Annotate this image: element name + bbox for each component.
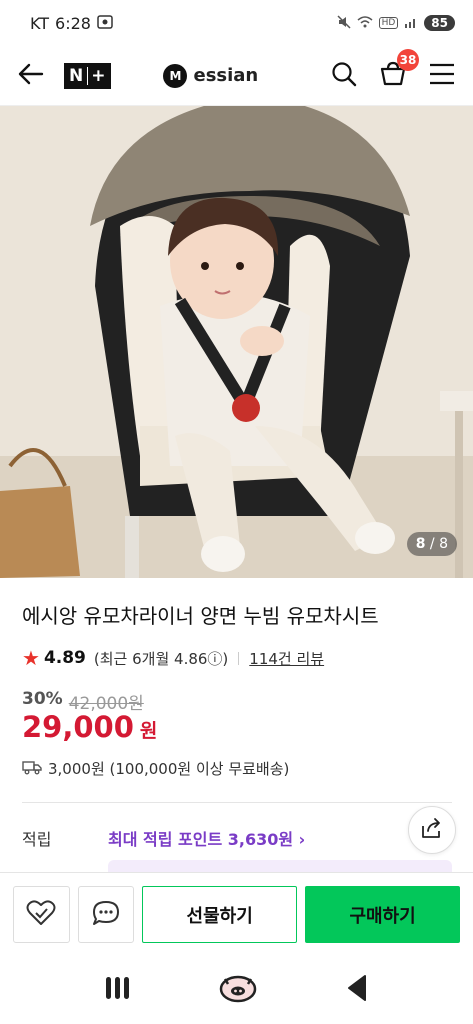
recent-apps-icon[interactable] xyxy=(104,975,132,1005)
mute-icon xyxy=(337,14,351,32)
purchase-action-bar: 선물하기 구매하기 xyxy=(0,872,473,956)
wishlist-button[interactable] xyxy=(13,886,70,943)
rating-value: 4.89 xyxy=(43,648,86,668)
back-arrow-icon[interactable] xyxy=(18,63,44,89)
price-row: 29,000 원 xyxy=(22,710,157,744)
gift-button[interactable]: 선물하기 xyxy=(142,886,298,943)
battery-indicator: 85 xyxy=(424,15,455,31)
wifi-icon xyxy=(357,15,373,31)
hd-icon: HD xyxy=(378,17,399,29)
delivery-truck-icon xyxy=(22,759,42,779)
price-unit: 원 xyxy=(139,720,158,742)
shipping-row: 3,000원 (100,000원 이상 무료배송) xyxy=(22,758,289,779)
star-icon: ★ xyxy=(22,646,40,670)
brand-name: essian xyxy=(193,65,259,86)
system-nav-bar xyxy=(0,956,473,1024)
carrier-label: KT xyxy=(30,13,50,33)
cart-icon xyxy=(379,61,407,91)
heart-check-icon xyxy=(26,899,56,931)
share-button[interactable] xyxy=(408,806,456,854)
product-image-carousel[interactable]: 8 / 8 xyxy=(0,106,473,578)
buy-button[interactable]: 구매하기 xyxy=(305,886,461,943)
review-count-link[interactable]: 114건 리뷰 xyxy=(249,648,324,669)
brand-logo[interactable]: M essian xyxy=(163,63,259,88)
rating-row: ★ 4.89 (최근 6개월 4.86ⓘ) 114건 리뷰 xyxy=(22,646,324,670)
share-icon xyxy=(420,817,444,843)
points-label: 적립 xyxy=(22,830,52,849)
image-counter-current: 8 xyxy=(415,536,426,552)
cart-count-badge: 38 xyxy=(397,48,419,71)
sale-price: 29,000 xyxy=(22,710,134,744)
shipping-info: 3,000원 (100,000원 이상 무료배송) xyxy=(48,760,290,778)
divider xyxy=(238,651,240,665)
screenshot-icon xyxy=(97,14,113,33)
status-bar: KT 6:28 HD 85 xyxy=(0,0,473,46)
cart-button[interactable]: 38 xyxy=(379,48,419,91)
search-icon[interactable] xyxy=(331,61,357,91)
menu-icon[interactable] xyxy=(429,63,455,89)
recent-rating[interactable]: (최근 6개월 4.86ⓘ) xyxy=(94,648,228,669)
naver-plus-logo[interactable]: N + xyxy=(64,62,112,89)
points-row: 적립 최대 적립 포인트 3,630원 › xyxy=(22,826,452,850)
product-photo xyxy=(0,106,473,578)
talk-button[interactable] xyxy=(77,886,135,943)
brand-logo-icon: M xyxy=(163,63,188,88)
section-divider xyxy=(22,802,452,803)
nplus-n: N xyxy=(69,65,85,86)
image-counter-total: 8 xyxy=(439,536,448,552)
signal-icon xyxy=(404,16,418,31)
product-title: 에시앙 유모차라이너 양면 누빔 유모차시트 xyxy=(22,604,379,628)
chat-bubble-icon xyxy=(91,899,121,931)
top-nav: N + M essian 38 xyxy=(0,46,473,106)
back-triangle-icon[interactable] xyxy=(345,974,369,1006)
clock: 6:28 xyxy=(55,13,91,33)
home-pig-icon[interactable] xyxy=(219,973,257,1007)
nplus-plus: + xyxy=(91,65,107,86)
image-counter: 8 / 8 xyxy=(406,532,457,556)
max-points-link[interactable]: 최대 적립 포인트 3,630원 › xyxy=(108,826,305,850)
